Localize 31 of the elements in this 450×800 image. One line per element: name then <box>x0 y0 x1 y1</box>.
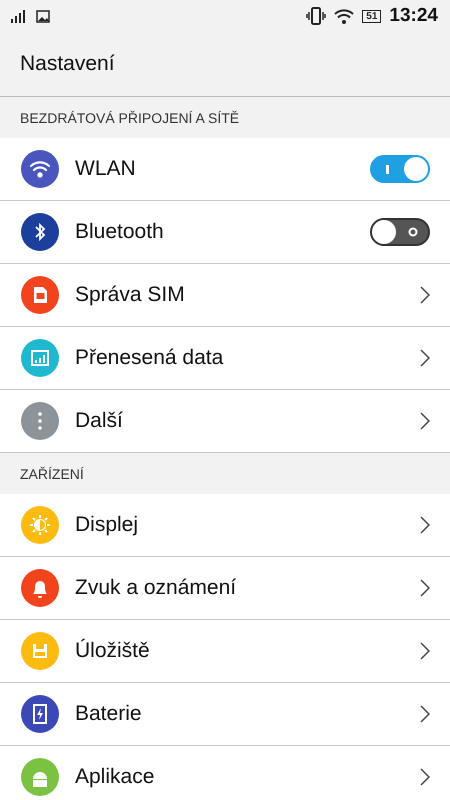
chevron-icon <box>420 642 430 660</box>
chevron-icon <box>420 516 430 534</box>
battery-level: 51 <box>362 10 382 22</box>
chevron-icon <box>420 349 430 367</box>
row-label: Aplikace <box>75 765 156 789</box>
row-label: Displej <box>75 513 140 537</box>
clock: 13:24 <box>389 5 438 27</box>
page-title: Nastavení <box>20 52 115 76</box>
row-label: Zvuk a oznámení <box>75 576 238 600</box>
row-label: Správa SIM <box>75 283 186 307</box>
on-mark-icon <box>386 165 389 174</box>
row-label: Přenesená data <box>75 346 224 370</box>
section-title: BEZDRÁTOVÁ PŘIPOJENÍ A SÍTĚ <box>20 110 240 126</box>
signal-icon <box>10 9 28 23</box>
wifi-icon <box>334 8 354 24</box>
chevron-icon <box>420 579 430 597</box>
row-label: WLAN <box>75 157 137 181</box>
row-label: Úložiště <box>75 639 151 663</box>
chevron-icon <box>420 768 430 786</box>
chevron-icon <box>420 705 430 723</box>
row-label: Bluetooth <box>75 220 165 244</box>
row-label: Baterie <box>75 702 143 726</box>
section-title: ZAŘÍZENÍ <box>20 466 84 482</box>
toggle-switch[interactable] <box>370 218 430 246</box>
toggle-switch[interactable] <box>370 155 430 183</box>
off-mark-icon <box>408 227 418 237</box>
image-icon <box>36 10 50 22</box>
row-label: Další <box>75 409 124 433</box>
chevron-icon <box>420 412 430 430</box>
chevron-icon <box>420 286 430 304</box>
vibrate-icon <box>306 7 326 25</box>
